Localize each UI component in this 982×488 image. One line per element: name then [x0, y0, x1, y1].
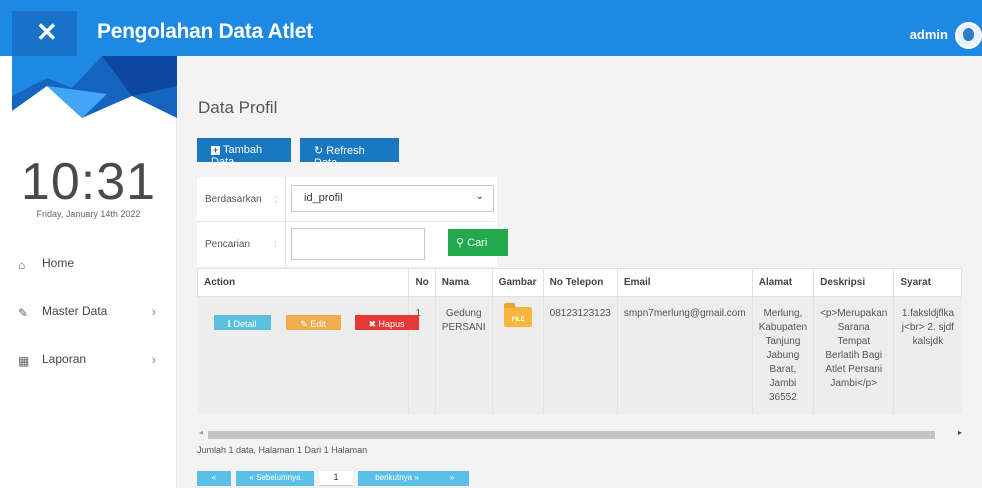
filter-by-value: id_profil — [304, 192, 343, 204]
sidebar-item-laporan[interactable]: ▦ Laporan › — [18, 352, 168, 372]
delete-icon: ✖ — [368, 319, 379, 329]
scroll-right-icon[interactable]: ▸ — [958, 428, 962, 437]
colon: : — [274, 239, 277, 250]
calendar-icon: ▦ — [18, 354, 30, 368]
column-header[interactable]: Gambar — [491, 268, 544, 297]
filter-by-label: Berdasarkan — [205, 194, 262, 205]
top-bar: ✕ Pengolahan Data Atlet admin — [0, 0, 982, 56]
app-title: Pengolahan Data Atlet — [97, 20, 313, 43]
telepon-cell: 08123123123 — [542, 296, 618, 414]
sidebar-banner — [12, 56, 177, 118]
column-header[interactable]: No Telepon — [542, 268, 618, 297]
chevron-down-icon: ⌄ — [475, 191, 484, 202]
colon: : — [274, 194, 277, 205]
sidebar-item-label: Laporan — [42, 352, 87, 366]
column-header[interactable]: Deskripsi — [813, 268, 895, 297]
column-header[interactable]: Nama — [434, 268, 493, 297]
syarat-cell: 1.faksldjflka j<br> 2. sjdfkalsjdk — [893, 296, 962, 414]
scroll-left-icon[interactable]: ◂ — [199, 428, 203, 437]
close-icon: ✕ — [36, 17, 58, 47]
search-button[interactable]: ⚲ Cari — [448, 229, 508, 256]
page-title: Data Profil — [198, 98, 278, 117]
search-icon: ⚲ — [456, 237, 465, 249]
home-icon: ⌂ — [18, 258, 26, 272]
folder-icon[interactable]: FILE — [503, 303, 532, 327]
prev-page-button[interactable]: « Sebelumnya — [236, 471, 314, 486]
alamat-cell: Merlung, Kabupaten Tanjung Jabung Barat,… — [751, 296, 814, 414]
chevron-right-icon: › — [151, 352, 156, 367]
column-header[interactable]: Action — [197, 268, 410, 297]
data-table: Action No Nama Gambar No Telepon Email A… — [197, 268, 962, 414]
avatar[interactable] — [955, 22, 982, 49]
clock: 10:31 — [20, 153, 157, 211]
edit-icon: ✎ — [300, 319, 311, 329]
column-header[interactable]: Alamat — [751, 268, 815, 297]
refresh-icon: ↻ — [314, 145, 324, 157]
last-page-button[interactable]: » — [435, 471, 469, 486]
pagination-info: Jumlah 1 data, Halaman 1 Dari 1 Halaman — [197, 445, 368, 455]
sidebar: 10:31 Friday, January 14th 2022 ⌂ Home ✎… — [0, 56, 177, 488]
filter-panel: Berdasarkan : id_profil ⌄ Pencarian : ⚲ … — [197, 177, 508, 267]
sidebar-item-home[interactable]: ⌂ Home — [18, 256, 168, 276]
filter-by-select[interactable]: id_profil ⌄ — [291, 185, 494, 212]
search-button-label: Cari — [467, 237, 488, 249]
edit-button[interactable]: ✎ Edit — [285, 315, 341, 330]
column-header[interactable]: Email — [616, 268, 753, 297]
sidebar-item-label: Master Data — [42, 304, 108, 318]
table-row: ℹ Detail ✎ Edit ✖ Hapus 1 Gedung PERSANI… — [197, 296, 962, 414]
gambar-cell: FILE — [491, 296, 544, 414]
column-header[interactable]: No — [408, 268, 436, 297]
page-number-input[interactable]: 1 — [319, 471, 353, 486]
search-label: Pencarian — [205, 239, 251, 250]
filter-row-by: Berdasarkan : id_profil ⌄ — [197, 177, 495, 222]
main-content: Data Profil + Tambah Data ↻ Refresh Data B… — [177, 56, 982, 488]
search-input[interactable] — [291, 228, 425, 260]
table-header-row: Action No Nama Gambar No Telepon Email A… — [197, 268, 962, 297]
action-cell: ℹ Detail ✎ Edit ✖ Hapus — [197, 296, 419, 414]
refresh-data-button[interactable]: ↻ Refresh Data — [300, 138, 399, 169]
column-header[interactable]: Syarat — [893, 268, 962, 297]
user-name[interactable]: admin — [910, 27, 948, 42]
email-cell: smpn7merlung@gmail.com — [616, 296, 753, 414]
sidebar-item-master-data[interactable]: ✎ Master Data › — [18, 304, 168, 324]
deskripsi-cell: <p>Merupakan Sarana Tempat Berlatih Bagi… — [813, 296, 894, 414]
nama-cell: Gedung PERSANI — [434, 296, 493, 414]
edit-label: Edit — [310, 319, 326, 329]
add-data-button[interactable]: + Tambah Data — [197, 138, 291, 168]
plus-icon: + — [211, 145, 220, 155]
detail-button[interactable]: ℹ Detail — [213, 315, 271, 330]
scrollbar-thumb[interactable] — [208, 431, 935, 439]
date-text: Friday, January 14th 2022 — [36, 209, 141, 219]
horizontal-scrollbar[interactable]: ◂ ▸ — [197, 428, 964, 440]
chevron-right-icon: › — [151, 304, 156, 319]
edit-icon: ✎ — [18, 306, 29, 320]
detail-label: Detail — [233, 319, 257, 329]
sidebar-item-label: Home — [42, 256, 75, 270]
first-page-button[interactable]: « — [197, 471, 231, 486]
close-sidebar-button[interactable]: ✕ — [12, 11, 77, 56]
delete-label: Hapus — [378, 319, 405, 329]
delete-button[interactable]: ✖ Hapus — [354, 315, 419, 330]
file-label: FILE — [511, 317, 525, 323]
next-page-button[interactable]: berikutnya » — [358, 471, 436, 486]
